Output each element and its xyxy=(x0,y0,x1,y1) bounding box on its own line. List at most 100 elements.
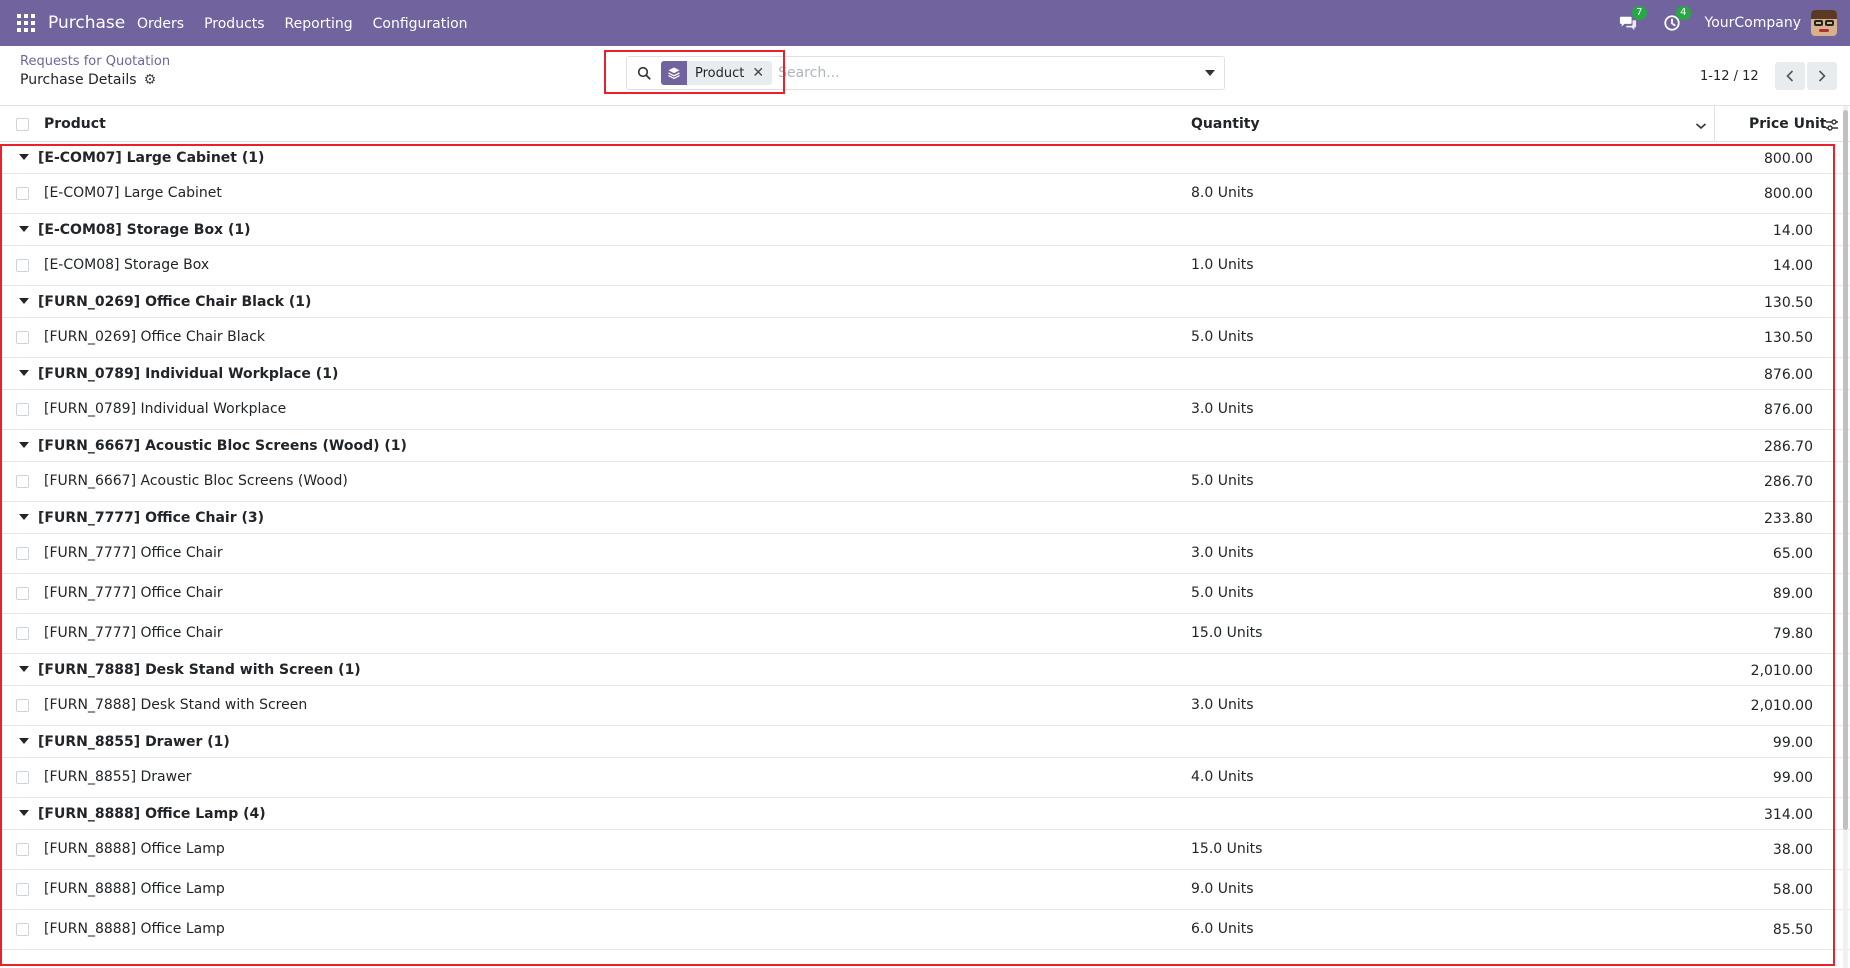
table-row[interactable]: [FURN_8855] Drawer 4.0 Units 99.00 xyxy=(0,758,1850,798)
cell-price-unit[interactable]: 58.00 xyxy=(1773,882,1813,898)
cell-quantity[interactable]: 5.0 Units xyxy=(1191,329,1254,345)
row-checkbox[interactable] xyxy=(16,259,29,272)
scrollbar-thumb[interactable] xyxy=(1843,110,1848,830)
menu-products[interactable]: Products xyxy=(204,16,264,32)
row-checkbox[interactable] xyxy=(16,627,29,640)
cell-price-unit[interactable]: 79.80 xyxy=(1773,626,1813,642)
app-name[interactable]: Purchase xyxy=(48,13,125,33)
close-icon[interactable]: ✕ xyxy=(752,65,772,81)
group-row[interactable]: [FURN_6667] Acoustic Bloc Screens (Wood)… xyxy=(0,430,1850,462)
search-input[interactable] xyxy=(778,58,1223,88)
cell-product[interactable]: [E-COM07] Large Cabinet xyxy=(44,185,222,201)
group-row[interactable]: [E-COM07] Large Cabinet (1) 800.00 xyxy=(0,142,1850,174)
company-switcher[interactable]: YourCompany xyxy=(1705,15,1802,31)
search-options-toggle[interactable] xyxy=(1195,56,1225,90)
pager-next-button[interactable] xyxy=(1806,62,1837,90)
cell-product[interactable]: [FURN_8888] Office Lamp xyxy=(44,841,225,857)
menu-reporting[interactable]: Reporting xyxy=(285,16,353,32)
cell-price-unit[interactable]: 99.00 xyxy=(1773,770,1813,786)
caret-down-icon[interactable] xyxy=(19,666,29,672)
table-row[interactable]: [FURN_8888] Office Lamp 15.0 Units 38.00 xyxy=(0,830,1850,870)
group-row[interactable]: [FURN_0269] Office Chair Black (1) 130.50 xyxy=(0,286,1850,318)
group-row[interactable]: [FURN_7777] Office Chair (3) 233.80 xyxy=(0,502,1850,534)
list-scrollbar[interactable] xyxy=(1843,106,1848,968)
cell-product[interactable]: [FURN_7777] Office Chair xyxy=(44,625,223,641)
cell-price-unit[interactable]: 89.00 xyxy=(1773,586,1813,602)
column-header-quantity[interactable]: Quantity xyxy=(1191,116,1260,132)
cell-product[interactable]: [FURN_8888] Office Lamp xyxy=(44,921,225,937)
table-row[interactable]: [E-COM07] Large Cabinet 8.0 Units 800.00 xyxy=(0,174,1850,214)
pager-previous-button[interactable] xyxy=(1774,62,1805,90)
group-row[interactable]: [E-COM08] Storage Box (1) 14.00 xyxy=(0,214,1850,246)
cell-product[interactable]: [FURN_7777] Office Chair xyxy=(44,585,223,601)
app-grid-icon[interactable] xyxy=(17,14,35,32)
cell-product[interactable]: [FURN_0269] Office Chair Black xyxy=(44,329,265,345)
row-checkbox[interactable] xyxy=(16,771,29,784)
row-checkbox[interactable] xyxy=(16,331,29,344)
cell-price-unit[interactable]: 38.00 xyxy=(1773,842,1813,858)
gear-icon[interactable]: ⚙ xyxy=(144,72,157,88)
column-header-product[interactable]: Product xyxy=(44,116,106,132)
caret-down-icon[interactable] xyxy=(19,810,29,816)
row-checkbox[interactable] xyxy=(16,187,29,200)
cell-price-unit[interactable]: 286.70 xyxy=(1764,474,1813,490)
cell-quantity[interactable]: 3.0 Units xyxy=(1191,697,1254,713)
table-row[interactable]: [FURN_6667] Acoustic Bloc Screens (Wood)… xyxy=(0,462,1850,502)
pager-value[interactable]: 1-12 / 12 xyxy=(1700,69,1759,84)
cell-price-unit[interactable]: 14.00 xyxy=(1773,258,1813,274)
cell-price-unit[interactable]: 800.00 xyxy=(1764,186,1813,202)
cell-product[interactable]: [FURN_7777] Office Chair xyxy=(44,545,223,561)
caret-down-icon[interactable] xyxy=(19,738,29,744)
search-icon[interactable] xyxy=(627,57,661,89)
column-header-price-unit[interactable]: Price Unit xyxy=(1749,116,1826,132)
table-row[interactable]: [FURN_0789] Individual Workplace 3.0 Unit… xyxy=(0,390,1850,430)
row-checkbox[interactable] xyxy=(16,403,29,416)
row-checkbox[interactable] xyxy=(16,475,29,488)
table-row[interactable]: [FURN_8888] Office Lamp 6.0 Units 85.50 xyxy=(0,910,1850,950)
cell-product[interactable]: [FURN_7888] Desk Stand with Screen xyxy=(44,697,307,713)
row-checkbox[interactable] xyxy=(16,699,29,712)
cell-price-unit[interactable]: 65.00 xyxy=(1773,546,1813,562)
cell-quantity[interactable]: 5.0 Units xyxy=(1191,585,1254,601)
table-row[interactable]: [FURN_8888] Office Lamp 9.0 Units 58.00 xyxy=(0,870,1850,910)
caret-down-icon[interactable] xyxy=(19,298,29,304)
cell-quantity[interactable]: 9.0 Units xyxy=(1191,881,1254,897)
cell-product[interactable]: [FURN_6667] Acoustic Bloc Screens (Wood) xyxy=(44,473,348,489)
caret-down-icon[interactable] xyxy=(19,514,29,520)
caret-down-icon[interactable] xyxy=(19,370,29,376)
row-checkbox[interactable] xyxy=(16,843,29,856)
user-avatar[interactable] xyxy=(1811,10,1837,36)
cell-product[interactable]: [FURN_8855] Drawer xyxy=(44,769,191,785)
group-row[interactable]: [FURN_8855] Drawer (1) 99.00 xyxy=(0,726,1850,758)
cell-product[interactable]: [FURN_0789] Individual Workplace xyxy=(44,401,286,417)
cell-quantity[interactable]: 1.0 Units xyxy=(1191,257,1254,273)
cell-quantity[interactable]: 3.0 Units xyxy=(1191,401,1254,417)
optional-columns-icon[interactable] xyxy=(1825,117,1839,136)
breadcrumb[interactable]: Requests for Quotation xyxy=(20,54,170,69)
chevron-down-icon[interactable] xyxy=(1695,116,1707,135)
cell-price-unit[interactable]: 85.50 xyxy=(1773,922,1813,938)
cell-product[interactable]: [FURN_8888] Office Lamp xyxy=(44,881,225,897)
cell-price-unit[interactable]: 876.00 xyxy=(1764,402,1813,418)
cell-quantity[interactable]: 15.0 Units xyxy=(1191,625,1262,641)
row-checkbox[interactable] xyxy=(16,923,29,936)
row-checkbox[interactable] xyxy=(16,547,29,560)
group-row[interactable]: [FURN_0789] Individual Workplace (1) 876.… xyxy=(0,358,1850,390)
caret-down-icon[interactable] xyxy=(19,226,29,232)
menu-configuration[interactable]: Configuration xyxy=(373,16,468,32)
table-row[interactable]: [FURN_0269] Office Chair Black 5.0 Units 1… xyxy=(0,318,1850,358)
caret-down-icon[interactable] xyxy=(19,442,29,448)
row-checkbox[interactable] xyxy=(16,587,29,600)
menu-orders[interactable]: Orders xyxy=(137,16,184,32)
cell-quantity[interactable]: 5.0 Units xyxy=(1191,473,1254,489)
table-row[interactable]: [FURN_7888] Desk Stand with Screen 3.0 Un… xyxy=(0,686,1850,726)
cell-product[interactable]: [E-COM08] Storage Box xyxy=(44,257,209,273)
table-row[interactable]: [FURN_7777] Office Chair 15.0 Units 79.80 xyxy=(0,614,1850,654)
table-row[interactable]: [E-COM08] Storage Box 1.0 Units 14.00 xyxy=(0,246,1850,286)
caret-down-icon[interactable] xyxy=(19,154,29,160)
table-row[interactable]: [FURN_7777] Office Chair 5.0 Units 89.00 xyxy=(0,574,1850,614)
select-all-checkbox[interactable] xyxy=(16,118,29,131)
messages-icon[interactable]: 7 xyxy=(1617,6,1647,34)
table-row[interactable]: [FURN_7777] Office Chair 3.0 Units 65.00 xyxy=(0,534,1850,574)
cell-price-unit[interactable]: 130.50 xyxy=(1764,330,1813,346)
